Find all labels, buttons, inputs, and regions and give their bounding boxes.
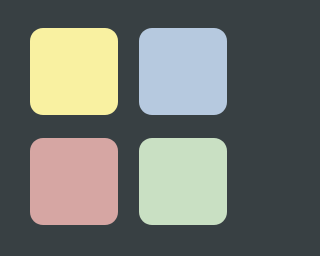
tile-blue[interactable] xyxy=(139,28,227,115)
tile-yellow[interactable] xyxy=(30,28,118,115)
tile-green[interactable] xyxy=(139,138,227,225)
app-grid-icon xyxy=(0,0,256,256)
tile-red[interactable] xyxy=(30,138,118,225)
